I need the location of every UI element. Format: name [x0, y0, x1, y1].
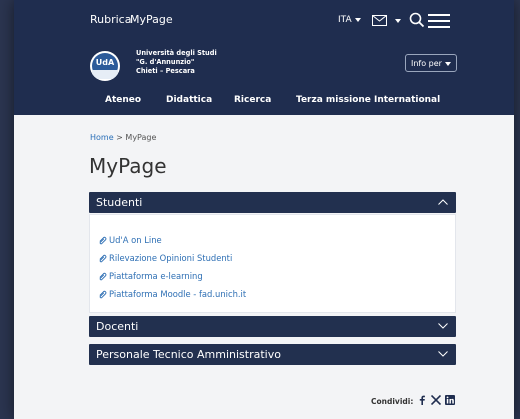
- accordion-studenti-panel: Ud'A on Line Rilevazione Opinioni Studen…: [89, 214, 456, 313]
- university-name[interactable]: Università degli Studi "G. d'Annunzio" C…: [136, 49, 217, 75]
- accordion-docenti-title: Docenti: [96, 320, 139, 333]
- chevron-up-icon: [438, 199, 448, 205]
- accordion-studenti-header[interactable]: Studenti: [89, 192, 456, 213]
- breadcrumb: Home > MyPage: [90, 133, 157, 142]
- mail-icon[interactable]: [372, 15, 387, 26]
- search-icon[interactable]: [409, 12, 425, 28]
- page-title: MyPage: [89, 154, 167, 178]
- accordion-studenti-title: Studenti: [96, 196, 143, 209]
- accordion-docenti-header[interactable]: Docenti: [89, 316, 456, 337]
- rubrica-link[interactable]: Rubrica: [90, 13, 131, 26]
- x-icon[interactable]: [431, 395, 441, 405]
- chevron-down-icon: [354, 17, 361, 22]
- chevron-down-icon: [438, 351, 448, 357]
- nav-item-didattica[interactable]: Didattica: [166, 95, 212, 105]
- accordion-personale-header[interactable]: Personale Tecnico Amministrativo: [89, 344, 456, 365]
- mail-chevron-down-icon[interactable]: [395, 19, 401, 23]
- nav-item-terza-missione[interactable]: Terza missione: [296, 95, 371, 105]
- share-label: Condividi:: [371, 397, 414, 406]
- info-per-button[interactable]: Info per: [405, 54, 457, 72]
- breadcrumb-home-link[interactable]: Home: [90, 133, 114, 142]
- linkedin-icon[interactable]: [445, 395, 455, 405]
- link-piattaforma-elearning[interactable]: Piattaforma e-learning: [98, 271, 203, 281]
- link-icon: [99, 254, 107, 263]
- link-piattaforma-moodle[interactable]: Piattaforma Moodle - fad.unich.it: [98, 289, 246, 299]
- link-icon: [99, 236, 107, 245]
- browser-page: Rubrica MyPage ITA UdA Università degli …: [14, 0, 514, 419]
- link-rilevazione-opinioni[interactable]: Rilevazione Opinioni Studenti: [98, 253, 232, 263]
- mypage-link[interactable]: MyPage: [130, 13, 173, 26]
- language-label: ITA: [338, 15, 352, 25]
- language-selector[interactable]: ITA: [338, 15, 361, 25]
- accordion-personale-title: Personale Tecnico Amministrativo: [96, 348, 281, 361]
- main-nav: Ateneo Didattica Ricerca Terza missione …: [14, 92, 514, 114]
- chevron-down-icon: [438, 323, 448, 329]
- university-logo[interactable]: UdA: [90, 51, 120, 81]
- link-icon: [99, 290, 107, 299]
- site-header: Rubrica MyPage ITA UdA Università degli …: [14, 0, 514, 115]
- nav-item-ateneo[interactable]: Ateneo: [105, 95, 141, 105]
- link-icon: [99, 272, 107, 281]
- breadcrumb-current: MyPage: [125, 133, 157, 142]
- hamburger-menu-icon[interactable]: [428, 14, 450, 28]
- nav-item-ricerca[interactable]: Ricerca: [234, 95, 271, 105]
- link-uda-on-line[interactable]: Ud'A on Line: [98, 235, 162, 245]
- chevron-down-icon: [444, 61, 451, 66]
- nav-item-international[interactable]: International: [374, 95, 440, 105]
- top-bar: Rubrica MyPage ITA: [14, 0, 514, 42]
- facebook-icon[interactable]: [417, 395, 427, 405]
